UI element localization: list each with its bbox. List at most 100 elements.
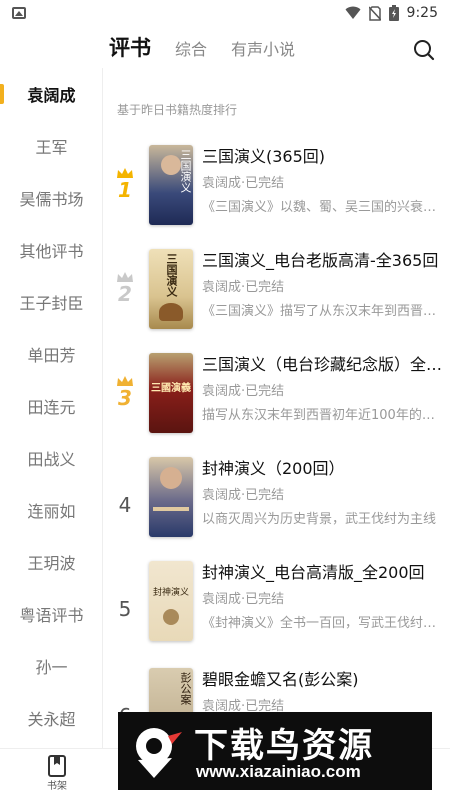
book-info: 封神演义_电台高清版_全200回 袁阔成·已完结 《封神演义》全书一百回，写武王… [202,561,444,633]
rank-number: 3 [118,386,132,410]
cover-title: 封神演义 [152,588,189,598]
book-description: 以商灭周兴为历史背景，武王伐纣为主线 [202,512,437,527]
status-time: 9:25 [406,5,438,21]
book-meta: 袁阔成·已完结 [202,384,285,399]
cover-title: 彭公案 [179,672,192,705]
book-description: 描写从东汉末年到西晋初年近100年的历史 [202,408,444,423]
cover-fan [153,507,189,511]
book-info: 封神演义（200回） 袁阔成·已完结 以商灭周兴为历史背景，武王伐纣为主线 [202,457,444,529]
search-button[interactable] [412,38,436,62]
sidebar-item-tianzhanyi[interactable]: 田战义 [0,432,103,484]
book-title: 碧眼金蟾又名(彭公案) [202,670,359,689]
book-item[interactable]: 5 封神演义 封神演义_电台高清版_全200回 袁阔成·已完结 《封神演义》全书… [103,561,450,665]
sidebar-item-cantonese-pingshu[interactable]: 粤语评书 [0,588,103,640]
book-item[interactable]: 3 三國演義 三国演义（电台珍藏纪念版）全365回 袁阔成·已完结 描写从东汉末… [103,353,450,457]
rank-badge: 3 [111,375,139,415]
book-item[interactable]: 2 三国演义 三国演义_电台老版高清-全365回 袁阔成·已完结 《三国演义》描… [103,249,450,353]
book-title: 封神演义（200回） [202,459,345,478]
rank-badge: 2 [111,271,139,311]
bookshelf-icon [48,755,66,777]
gallery-notification-icon [12,7,26,19]
sidebar-item-label: 田连元 [27,398,76,417]
ranking-subtitle: 基于昨日书籍热度排行 [117,103,238,117]
rank-number: 2 [118,282,132,306]
book-cover: 封神演义 [149,561,193,641]
sidebar-item-haoru-shuchang[interactable]: 昊儒书场 [0,172,103,224]
sidebar-item-wangyuebo[interactable]: 王玥波 [0,536,103,588]
book-title: 三国演义(365回) [202,147,326,166]
sidebar-item-wangzi-fengchen[interactable]: 王子封臣 [0,276,103,328]
app-screen: 9:25 评书 综合 有声小说 袁阔成 王军 昊儒书场 其他评书 王子封臣 单田… [0,0,450,800]
book-item[interactable]: 4 封神演义（200回） 袁阔成·已完结 以商灭周兴为历史背景，武王伐纣为主线 [103,457,450,561]
book-info: 三国演义(365回) 袁阔成·已完结 《三国演义》以魏、蜀、吴三国的兴衰为主线 [202,145,444,217]
ranking-list: 基于昨日书籍热度排行 1 三国演义 三国演义(365回) 袁阔成·已完结 《三国… [103,68,450,748]
cover-title: 三國演義 [151,383,191,394]
rank-badge: 4 [111,479,139,519]
sidebar-item-other-pingshu[interactable]: 其他评书 [0,224,103,276]
watermark-url: www.xiazainiao.com [196,762,361,781]
sidebar-item-yuankuocheng[interactable]: 袁阔成 [0,68,103,120]
sidebar-item-tianlianyuan[interactable]: 田连元 [0,380,103,432]
sidebar-item-lianliru[interactable]: 连丽如 [0,484,103,536]
book-meta: 袁阔成·已完结 [202,280,285,295]
book-meta: 袁阔成·已完结 [202,592,285,607]
sidebar-item-label: 田战义 [27,450,76,469]
book-title: 封神演义_电台高清版_全200回 [202,563,425,582]
sidebar-item-label: 单田芳 [27,346,76,365]
sidebar-item-wangjun[interactable]: 王军 [0,120,103,172]
book-cover [149,457,193,537]
cover-title: 三国演义 [179,149,192,193]
book-title: 三国演义_电台老版高清-全365回 [202,251,439,270]
sidebar-item-label: 其他评书 [19,242,84,261]
sidebar-item-label: 昊儒书场 [19,190,84,209]
nav-label: 书架 [47,781,67,792]
watermark-banner: 下载鸟资源 www.xiazainiao.com [118,712,432,790]
book-cover: 三國演義 [149,353,193,433]
watermark-text: 下载鸟资源 [194,726,374,766]
book-cover: 三国演义 [149,249,193,329]
sidebar-item-sunyi[interactable]: 孙一 [0,640,103,692]
active-indicator [0,84,4,104]
no-sim-icon [368,5,381,21]
status-bar: 9:25 [0,0,450,26]
sidebar-item-label: 王军 [35,138,68,157]
book-title: 三国演义（电台珍藏纪念版）全365回 [202,355,444,374]
book-info: 三国演义（电台珍藏纪念版）全365回 袁阔成·已完结 描写从东汉末年到西晋初年近… [202,353,444,425]
rank-number: 5 [118,597,132,621]
book-description: 《三国演义》描写了从东汉末年到西晋初年 [202,304,444,319]
tab-zonghe[interactable]: 综合 [175,36,207,60]
rank-number: 4 [118,493,132,517]
nav-bookshelf[interactable]: 书架 [27,755,87,792]
cover-illustration [159,303,183,321]
bird-logo-icon [136,728,182,778]
top-header: 评书 综合 有声小说 [0,26,450,74]
book-info: 碧眼金蟾又名(彭公案) 袁阔成·已完结 [202,668,444,716]
book-cover: 三国演义 [149,145,193,225]
sidebar-item-label: 袁阔成 [27,86,76,105]
cover-seal [163,609,179,625]
book-item[interactable]: 1 三国演义 三国演义(365回) 袁阔成·已完结 《三国演义》以魏、蜀、吴三国… [103,145,450,249]
wifi-icon [345,6,361,19]
rank-number: 1 [118,178,132,202]
sidebar-item-label: 连丽如 [27,502,76,521]
narrator-sidebar: 袁阔成 王军 昊儒书场 其他评书 王子封臣 单田芳 田连元 田战义 连丽如 王玥… [0,68,103,748]
battery-charging-icon [388,5,399,21]
sidebar-item-label: 关永超 [27,710,76,729]
book-info: 三国演义_电台老版高清-全365回 袁阔成·已完结 《三国演义》描写了从东汉末年… [202,249,444,321]
sidebar-item-label: 王子封臣 [19,294,84,313]
book-meta: 袁阔成·已完结 [202,488,285,503]
sidebar-item-label: 孙一 [35,658,68,677]
tab-pingshu[interactable]: 评书 [109,32,151,62]
tab-audio-novels[interactable]: 有声小说 [231,36,295,60]
book-meta: 袁阔成·已完结 [202,176,285,191]
narrator-face [160,467,182,489]
rank-badge: 5 [111,583,139,623]
sidebar-item-shantianfang[interactable]: 单田芳 [0,328,103,380]
search-icon [414,40,435,61]
book-description: 《三国演义》以魏、蜀、吴三国的兴衰为主线 [202,200,444,215]
cover-title: 三国演义 [165,253,178,297]
sidebar-item-label: 王玥波 [27,554,76,573]
sidebar-item-guanyongchao[interactable]: 关永超 [0,692,103,744]
sidebar-item-label: 粤语评书 [19,606,84,625]
rank-badge: 1 [111,167,139,207]
